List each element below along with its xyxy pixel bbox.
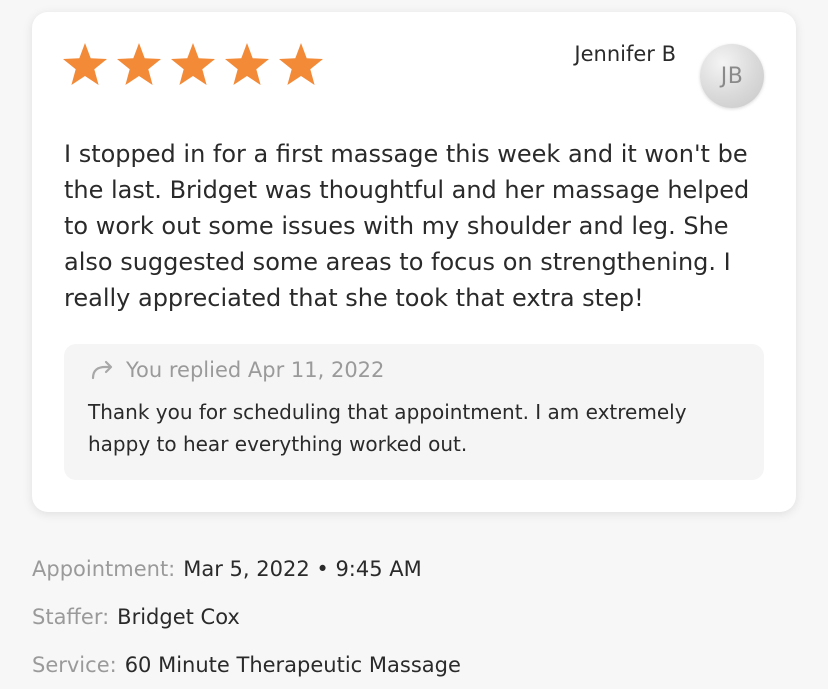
star-icon: [170, 42, 216, 86]
reply-arrow-icon: [90, 359, 116, 381]
avatar-initials: JB: [720, 63, 744, 89]
service-label: Service:: [32, 653, 117, 677]
service-value: 60 Minute Therapeutic Massage: [124, 653, 461, 677]
staffer-row: Staffer: Bridget Cox: [32, 593, 461, 641]
reply-header: You replied Apr 11, 2022: [90, 358, 384, 382]
staffer-value: Bridget Cox: [117, 605, 240, 629]
staffer-label: Staffer:: [32, 605, 110, 629]
star-icon: [278, 42, 324, 86]
reply-text: Thank you for scheduling that appointmen…: [88, 400, 687, 456]
star-icon: [62, 42, 108, 86]
appointment-value: Mar 5, 2022 • 9:45 AM: [183, 557, 422, 581]
review-card: Jennifer B JB I stopped in for a first m…: [32, 12, 796, 512]
service-row: Service: 60 Minute Therapeutic Massage: [32, 641, 461, 689]
reply-meta: You replied Apr 11, 2022: [126, 358, 385, 382]
star-icon: [224, 42, 270, 86]
review-text: I stopped in for a first massage this we…: [64, 140, 750, 312]
avatar: JB: [700, 44, 764, 108]
star-icon: [116, 42, 162, 86]
reviewer-name: Jennifer B: [574, 42, 676, 66]
reply-box: You replied Apr 11, 2022 Thank you for s…: [64, 344, 764, 480]
star-rating: [62, 42, 324, 86]
appointment-label: Appointment:: [32, 557, 176, 581]
appointment-row: Appointment: Mar 5, 2022 • 9:45 AM: [32, 545, 461, 593]
appointment-details: Appointment: Mar 5, 2022 • 9:45 AM Staff…: [32, 545, 461, 689]
